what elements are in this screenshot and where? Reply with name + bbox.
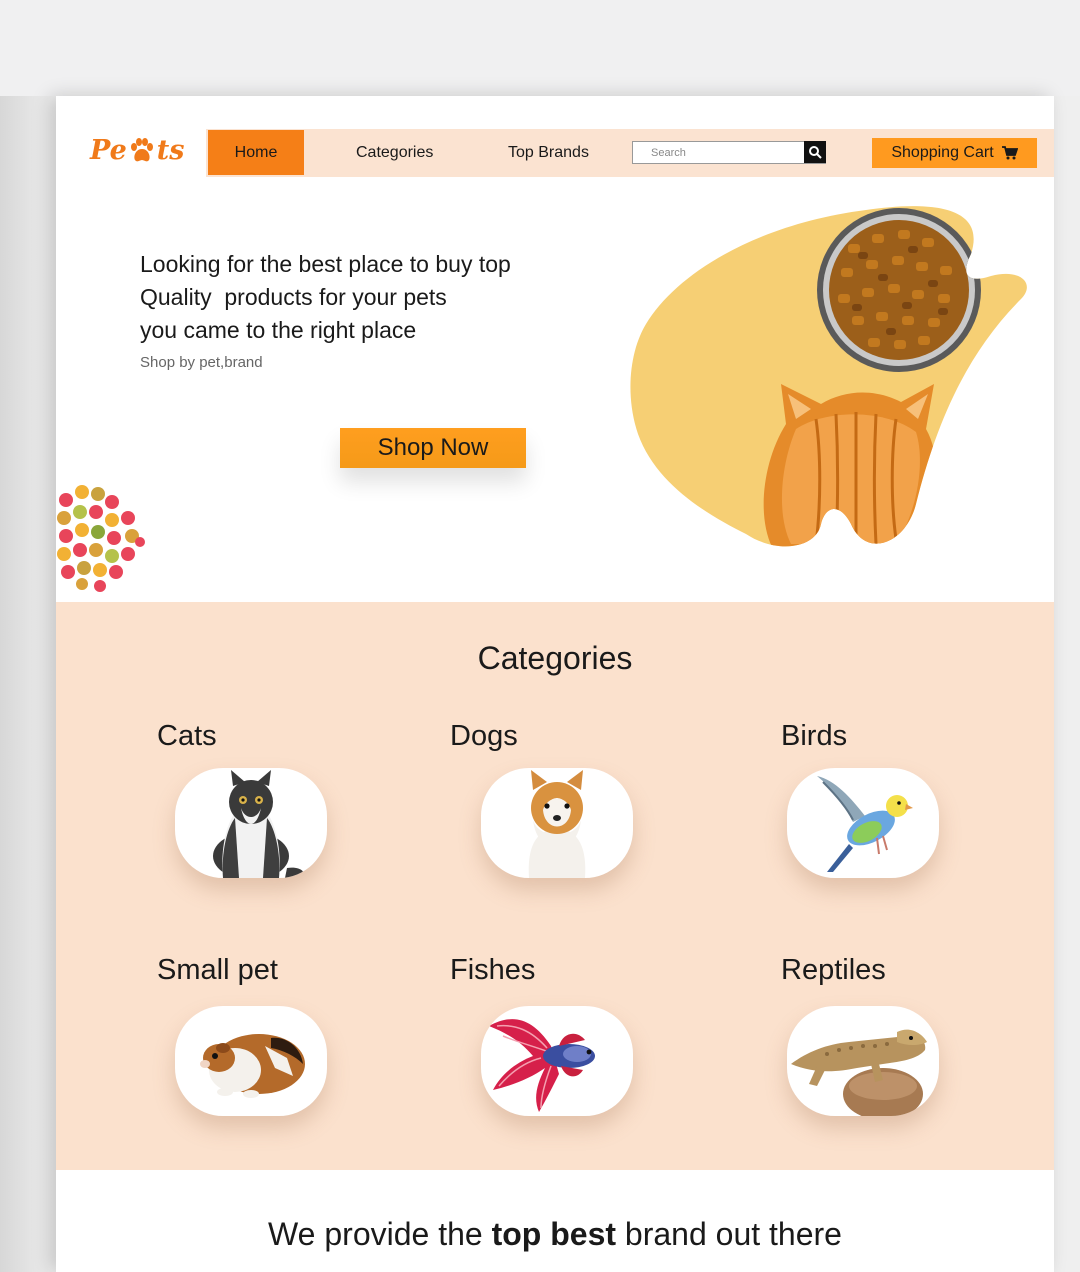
lizard-image (791, 1029, 927, 1116)
shop-now-button[interactable]: Shop Now (340, 428, 526, 468)
hero-image-cat-food (630, 206, 1027, 547)
betta-fish-image (489, 1019, 595, 1112)
category-card-dogs[interactable] (481, 768, 633, 878)
search-button[interactable] (804, 141, 826, 163)
brands-heading-pre: We provide the (268, 1216, 492, 1252)
category-label-dogs[interactable]: Dogs (450, 720, 518, 753)
brands-heading-post: brand out there (616, 1216, 842, 1252)
search-container (632, 141, 826, 164)
category-label-reptiles[interactable]: Reptiles (781, 954, 886, 987)
categories-section: Categories Cats Dogs Birds Small pet Fis… (56, 602, 1054, 1170)
logo-area: Pe ts (56, 129, 206, 177)
category-label-birds[interactable]: Birds (781, 720, 847, 753)
category-label-fishes[interactable]: Fishes (450, 954, 535, 987)
search-input[interactable] (633, 142, 805, 163)
hero-line-1: Looking for the best place to buy top (140, 251, 511, 277)
brand-logo[interactable]: Pe ts (90, 135, 184, 166)
category-label-cats[interactable]: Cats (157, 720, 217, 753)
cart-label: Shopping Cart (891, 144, 994, 161)
brands-heading-bold: top best (491, 1216, 617, 1252)
landing-page: Pe ts Home Categories Top Brands Search … (56, 96, 1054, 1272)
shopping-cart-button[interactable]: Shopping Cart (872, 138, 1037, 168)
category-card-birds[interactable] (787, 768, 939, 878)
logo-text-left: Pe (90, 135, 127, 166)
search-icon (809, 146, 822, 159)
nav-top-brands[interactable]: Top Brands (508, 130, 589, 175)
hero-line-3: you came to the right place (140, 317, 417, 343)
bird-image (817, 776, 913, 872)
kibble-pile-image (57, 485, 145, 592)
categories-title: Categories (477, 640, 633, 676)
hero-line-2: Quality products for your pets (140, 284, 447, 310)
guinea-pig-image (200, 1034, 305, 1098)
category-card-cats[interactable] (175, 768, 327, 878)
category-label-small-pet[interactable]: Small pet (157, 954, 278, 987)
brands-heading: We provide the top best brand out there (56, 1216, 1054, 1253)
cat-image (213, 770, 305, 878)
cart-icon (1001, 146, 1018, 160)
category-card-reptiles[interactable] (787, 1006, 939, 1116)
nav-home[interactable]: Home (208, 130, 304, 175)
hero-headline: Looking for the best place to buy top Qu… (140, 248, 600, 347)
hero-subtitle: Shop by pet,brand (140, 354, 263, 371)
category-card-small-pet[interactable] (175, 1006, 327, 1116)
nav-categories[interactable]: Categories (356, 130, 433, 175)
dog-image (528, 770, 586, 878)
paw-icon (128, 137, 156, 165)
category-card-fishes[interactable] (481, 1006, 633, 1116)
logo-text-right: ts (156, 135, 185, 166)
background-top (0, 0, 1080, 96)
top-navbar: Pe ts Home Categories Top Brands Search … (56, 129, 1054, 177)
